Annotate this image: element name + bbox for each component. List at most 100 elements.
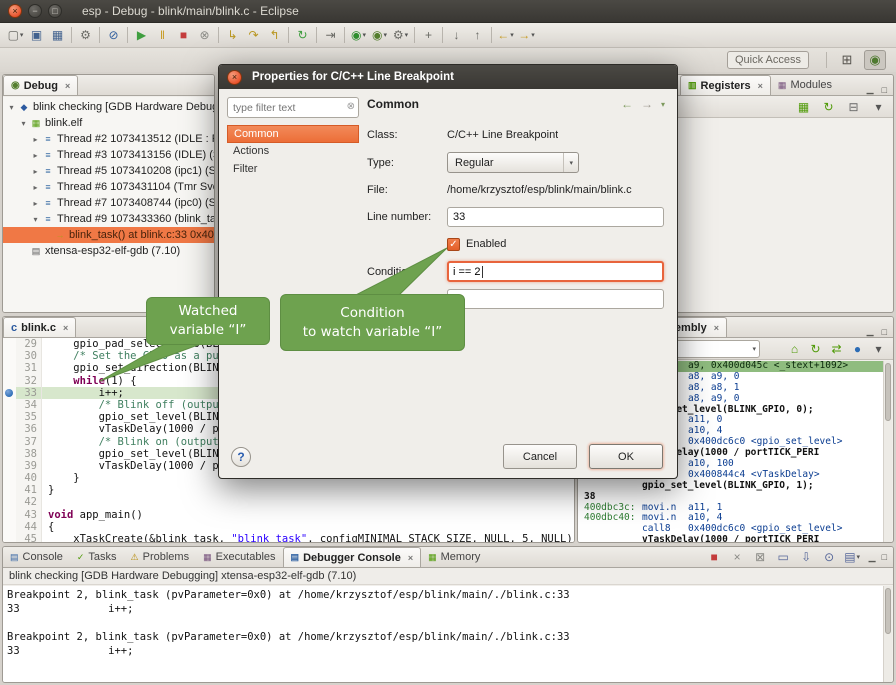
nav-item-actions[interactable]: Actions [227,143,359,161]
debug-tree-item[interactable]: ▾▦blink.elf [3,115,214,131]
code-line[interactable]: 44{ [3,521,574,533]
tree-collapsed-icon[interactable]: ▸ [30,199,41,208]
scroll-lock-icon[interactable]: ⇩ [796,547,817,567]
resume-icon[interactable]: ▶ [131,25,152,45]
open-perspective-icon[interactable]: ⊞ [836,50,858,70]
tree-expanded-icon[interactable]: ▾ [30,215,41,224]
terminate-icon[interactable]: ■ [704,547,725,567]
tab-memory[interactable]: ▦Memory [421,547,487,567]
next-annotation-icon[interactable]: ↓ [446,25,467,45]
tree-collapsed-icon[interactable]: ▸ [30,135,41,144]
previous-annotation-icon[interactable]: ↑ [467,25,488,45]
nav-item-common[interactable]: Common [227,125,359,143]
ignore-count-input[interactable] [447,289,664,309]
tab-debug[interactable]: Debug × [3,75,78,95]
code-line[interactable]: 45 xTaskCreate(&blink_task, "blink_task"… [3,533,574,542]
code-line[interactable]: 43void app_main() [3,509,574,521]
minimize-icon[interactable] [869,552,876,563]
step-return-icon[interactable]: ↰ [264,25,285,45]
code-line[interactable]: 41} [3,484,574,496]
tab-modules[interactable]: ▦Modules [771,75,839,95]
debug-icon[interactable]: ◉▾ [369,25,390,45]
minimize-icon[interactable] [867,84,874,95]
chevron-down-icon[interactable]: ▾ [661,100,665,109]
window-minimize-button[interactable]: − [28,4,42,18]
maximize-icon[interactable] [882,552,887,562]
breakpoint-icon[interactable] [3,387,16,399]
show-breakpoints-icon[interactable]: ● [847,339,868,359]
chevron-down-icon[interactable]: ▾ [752,345,756,353]
nav-item-filter[interactable]: Filter [227,161,359,179]
ok-button[interactable]: OK [589,444,663,469]
build-icon[interactable]: ⚙ [75,25,96,45]
enabled-checkbox[interactable] [447,238,460,251]
tab-tasks[interactable]: ✓Tasks [70,547,124,567]
scrollbar[interactable] [883,586,892,682]
clear-filter-icon[interactable]: ⊗ [347,101,355,112]
collapse-all-icon[interactable]: ⊟ [843,97,864,117]
view-menu-icon[interactable]: ▾ [868,97,889,117]
debug-tree-item[interactable]: ▸≡Thread #7 1073408744 (ipc0) (Susp [3,195,214,211]
debug-tree-item[interactable]: ▸≡Thread #3 1073413156 (IDLE) (Susp [3,147,214,163]
back-icon[interactable]: ← [621,97,633,111]
debug-tree-item[interactable]: →blink_task() at blink.c:33 0x400db [3,227,214,243]
tab-executables[interactable]: ▦Executables [196,547,282,567]
minimize-icon[interactable] [867,326,874,337]
close-icon[interactable]: × [63,323,68,333]
dialog-close-button[interactable]: × [227,70,242,85]
show-columns-icon[interactable]: ▦ [793,97,814,117]
maximize-icon[interactable] [882,85,887,95]
debug-tree-item[interactable]: ▸≡Thread #6 1073431104 (Tmr Svc) (S [3,179,214,195]
suspend-icon[interactable]: ‖ [152,25,173,45]
tree-collapsed-icon[interactable]: ▸ [30,151,41,160]
maximize-icon[interactable] [882,327,887,337]
clear-console-icon[interactable]: ▭ [773,547,794,567]
forward-icon[interactable]: → [641,97,653,111]
restart-icon[interactable]: ↻ [292,25,313,45]
instruction-stepping-icon[interactable]: ⇥ [320,25,341,45]
debug-perspective-icon[interactable]: ◉ [864,50,886,70]
disconnect-icon[interactable]: ⊗ [194,25,215,45]
forward-icon[interactable]: →▾ [516,25,537,45]
window-maximize-button[interactable]: □ [48,4,62,18]
tree-expanded-icon[interactable]: ▾ [6,103,17,112]
close-icon[interactable]: × [714,323,719,333]
skip-breakpoints-icon[interactable]: ⊘ [103,25,124,45]
console-output[interactable]: Breakpoint 2, blink_task (pvParameter=0x… [3,586,883,682]
view-menu-icon[interactable]: ▾ [868,339,889,359]
close-icon[interactable]: × [408,553,413,563]
type-select[interactable]: Regular ▾ [447,152,579,173]
debug-tree-item[interactable]: ▸≡Thread #2 1073413512 (IDLE : Runn [3,131,214,147]
tree-collapsed-icon[interactable]: ▸ [30,183,41,192]
debug-tree-item[interactable]: ▸≡Thread #5 1073410208 (ipc1) (Susp [3,163,214,179]
tab-console[interactable]: ▤Console [3,547,70,567]
cancel-button[interactable]: Cancel [503,444,577,469]
tree-collapsed-icon[interactable]: ▸ [30,167,41,176]
step-into-icon[interactable]: ↳ [222,25,243,45]
debug-tree-item[interactable]: ▤xtensa-esp32-elf-gdb (7.10) [3,243,214,259]
save-icon[interactable]: ▣ [26,25,47,45]
quick-access-button[interactable]: Quick Access [727,51,809,69]
code-line[interactable]: 42 [3,496,574,508]
condition-input[interactable]: i == 2 [447,261,664,282]
line-number-input[interactable] [447,207,664,227]
external-tools-icon[interactable]: ⚙▾ [390,25,411,45]
filter-input[interactable] [227,97,359,118]
open-console-icon[interactable]: ▤▾ [842,547,863,567]
step-over-icon[interactable]: ↷ [243,25,264,45]
scrollbar-thumb[interactable] [885,588,891,634]
sync-selection-icon[interactable]: ⇄ [826,339,847,359]
close-icon[interactable]: × [65,81,70,91]
remove-launch-icon[interactable]: × [727,547,748,567]
save-all-icon[interactable]: ▦ [47,25,68,45]
debug-tree-item[interactable]: ▾◆blink checking [GDB Hardware Debug [3,99,214,115]
tab-debugger-console[interactable]: ▤Debugger Console× [283,547,422,567]
back-icon[interactable]: ←▾ [495,25,516,45]
run-icon[interactable]: ◉▾ [348,25,369,45]
remove-all-launches-icon[interactable]: ⊠ [750,547,771,567]
home-icon[interactable]: ⌂ [784,339,805,359]
tab-problems[interactable]: ⚠Problems [124,547,197,567]
tree-expanded-icon[interactable]: ▾ [18,119,29,128]
tab-registers[interactable]: ▥Registers× [680,75,771,95]
help-button[interactable]: ? [231,447,251,467]
